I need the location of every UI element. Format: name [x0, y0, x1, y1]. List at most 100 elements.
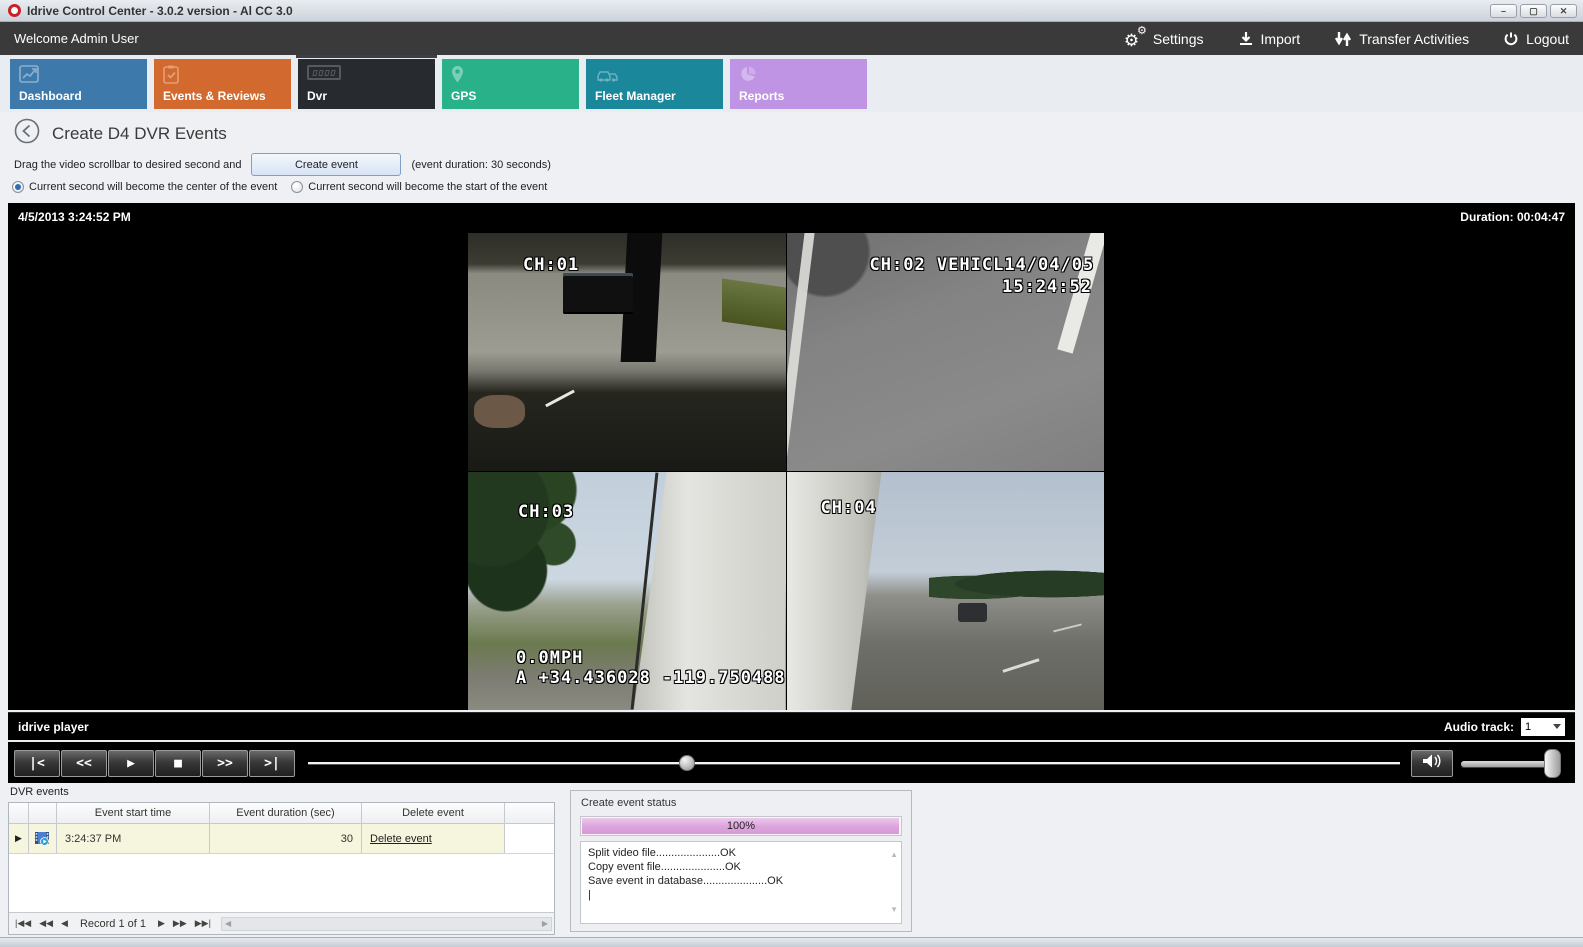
seek-thumb[interactable] — [679, 755, 695, 771]
transfer-activities-button[interactable]: Transfer Activities — [1334, 30, 1469, 48]
window-controls: – ▢ ✕ — [1490, 4, 1577, 18]
settings-label: Settings — [1153, 31, 1204, 47]
pager-next-icon[interactable]: ▶ — [158, 918, 165, 929]
radio-center-of-event[interactable]: Current second will become the center of… — [12, 181, 277, 193]
active-tab-indicator — [296, 55, 437, 58]
radio-start-of-event[interactable]: Current second will become the start of … — [291, 181, 547, 193]
table-pager: |◀◀ ◀◀ ◀ Record 1 of 1 ▶ ▶▶ ▶▶| ◀ ▶ — [9, 912, 554, 934]
player-title-bar: idrive player Audio track: 1 — [8, 712, 1575, 740]
volume-slider[interactable] — [1461, 750, 1561, 777]
playback-controls-bar: |< << ▶ ■ >> >| — [8, 740, 1575, 783]
import-button[interactable]: Import — [1238, 31, 1301, 47]
tab-reports-label: Reports — [739, 89, 784, 103]
tab-gps[interactable]: GPS — [442, 59, 579, 109]
skip-end-button[interactable]: >| — [249, 750, 295, 777]
log-scroll-up-icon[interactable]: ▲ — [890, 848, 898, 862]
location-pin-icon — [451, 65, 570, 85]
chevron-down-icon — [1553, 724, 1561, 729]
settings-button[interactable]: ⚙ ⚙ Settings — [1124, 29, 1204, 49]
video-channel-4: CH:04 — [787, 472, 1105, 710]
log-line: Split video file.....................OK — [588, 846, 885, 860]
tab-events-reviews[interactable]: Events & Reviews — [154, 59, 291, 109]
radio-unselected-icon — [291, 181, 303, 193]
header-event-duration[interactable]: Event duration (sec) — [210, 803, 362, 823]
radio-group: Current second will become the center of… — [12, 181, 547, 193]
table-header-row: Event start time Event duration (sec) De… — [9, 803, 554, 824]
logout-button[interactable]: Logout — [1503, 31, 1569, 47]
pager-prev-icon[interactable]: ◀ — [61, 918, 68, 929]
play-button[interactable]: ▶ — [108, 750, 154, 777]
table-horizontal-scrollbar[interactable]: ◀ ▶ — [221, 917, 552, 931]
rewind-button[interactable]: << — [61, 750, 107, 777]
logout-label: Logout — [1526, 31, 1569, 47]
tab-reports[interactable]: Reports — [730, 59, 867, 109]
video-channel-3: CH:03 0.0MPH A +34.436028 -119.750488 — [468, 472, 786, 710]
instruction-suffix: (event duration: 30 seconds) — [411, 159, 550, 171]
dvr-recorder-icon — [307, 65, 426, 85]
channel-3-label: CH:03 — [518, 502, 574, 522]
status-log[interactable]: Split video file.....................OK … — [580, 841, 902, 924]
pie-chart-icon — [739, 65, 858, 85]
tab-fleet-manager[interactable]: Fleet Manager — [586, 59, 723, 109]
application-window: Idrive Control Center - 3.0.2 version - … — [0, 0, 1583, 947]
dvr-events-label: DVR events — [10, 786, 69, 798]
clipboard-check-icon — [163, 65, 282, 85]
seek-slider[interactable] — [308, 742, 1400, 785]
player-title: idrive player — [18, 720, 89, 734]
pager-first-icon[interactable]: |◀◀ — [15, 918, 31, 929]
event-start-time-cell: 3:24:37 PM — [57, 824, 210, 853]
pager-next-page-icon[interactable]: ▶▶ — [173, 918, 187, 929]
channel-2-label: CH:02 VEHICL14/04/05 — [870, 255, 1095, 275]
instruction-prefix: Drag the video scrollbar to desired seco… — [14, 159, 241, 171]
pager-prev-page-icon[interactable]: ◀◀ — [39, 918, 53, 929]
fast-forward-button[interactable]: >> — [202, 750, 248, 777]
header-filler-col — [505, 803, 554, 823]
create-event-status-panel: Create event status 100% Split video fil… — [570, 790, 912, 932]
progress-percent: 100% — [581, 820, 901, 832]
maximize-button[interactable]: ▢ — [1520, 4, 1547, 18]
seek-track[interactable] — [308, 762, 1400, 764]
power-icon — [1503, 31, 1519, 47]
window-bottom-border — [0, 937, 1583, 947]
video-duration: Duration: 00:04:47 — [1460, 210, 1565, 224]
close-button[interactable]: ✕ — [1550, 4, 1577, 18]
progress-bar: 100% — [580, 816, 902, 836]
header-delete-event[interactable]: Delete event — [362, 803, 505, 823]
tab-dvr[interactable]: Dvr — [298, 59, 435, 109]
pager-last-icon[interactable]: ▶▶| — [195, 918, 211, 929]
radio-selected-icon — [12, 181, 24, 193]
speaker-icon — [1421, 753, 1443, 774]
transport-buttons: |< << ▶ ■ >> >| — [14, 750, 295, 777]
minimize-button[interactable]: – — [1490, 4, 1517, 18]
transfer-label: Transfer Activities — [1359, 31, 1469, 47]
skip-start-button[interactable]: |< — [14, 750, 60, 777]
table-row[interactable]: ▶ 3:24:37 PM 30 Delete event — [9, 824, 554, 854]
speaker-button[interactable] — [1411, 750, 1453, 777]
instruction-row: Drag the video scrollbar to desired seco… — [14, 153, 551, 176]
tab-dashboard[interactable]: Dashboard — [10, 59, 147, 109]
log-cursor: | — [588, 888, 885, 902]
event-video-icon — [29, 824, 57, 853]
quad-video-grid[interactable]: CH:01 CH:02 VEHICL14/04/05 15:24:52 CH:0… — [468, 233, 1104, 710]
transfer-icon — [1334, 30, 1352, 48]
welcome-text: Welcome Admin User — [14, 31, 139, 46]
header-icon-col — [29, 803, 57, 823]
delete-event-link[interactable]: Delete event — [370, 833, 432, 845]
app-logo-icon — [8, 4, 21, 17]
scroll-right-icon[interactable]: ▶ — [542, 919, 548, 928]
top-bar: Welcome Admin User ⚙ ⚙ Settings Import T — [0, 22, 1583, 55]
speed-overlay: 0.0MPH — [516, 648, 583, 668]
audio-track-select[interactable]: 1 — [1521, 718, 1565, 736]
scroll-left-icon[interactable]: ◀ — [225, 919, 231, 928]
channel-4-label: CH:04 — [821, 498, 877, 518]
stop-button[interactable]: ■ — [155, 750, 201, 777]
create-event-button[interactable]: Create event — [251, 153, 401, 176]
back-button[interactable] — [14, 118, 40, 149]
log-scroll-down-icon[interactable]: ▼ — [890, 903, 898, 917]
video-datetime: 4/5/2013 3:24:52 PM — [18, 210, 131, 224]
volume-thumb[interactable] — [1544, 749, 1561, 778]
audio-track-control: Audio track: 1 — [1444, 718, 1565, 736]
tab-fleet-manager-label: Fleet Manager — [595, 89, 676, 103]
page-header: Create D4 DVR Events — [14, 118, 227, 149]
header-event-start-time[interactable]: Event start time — [57, 803, 210, 823]
